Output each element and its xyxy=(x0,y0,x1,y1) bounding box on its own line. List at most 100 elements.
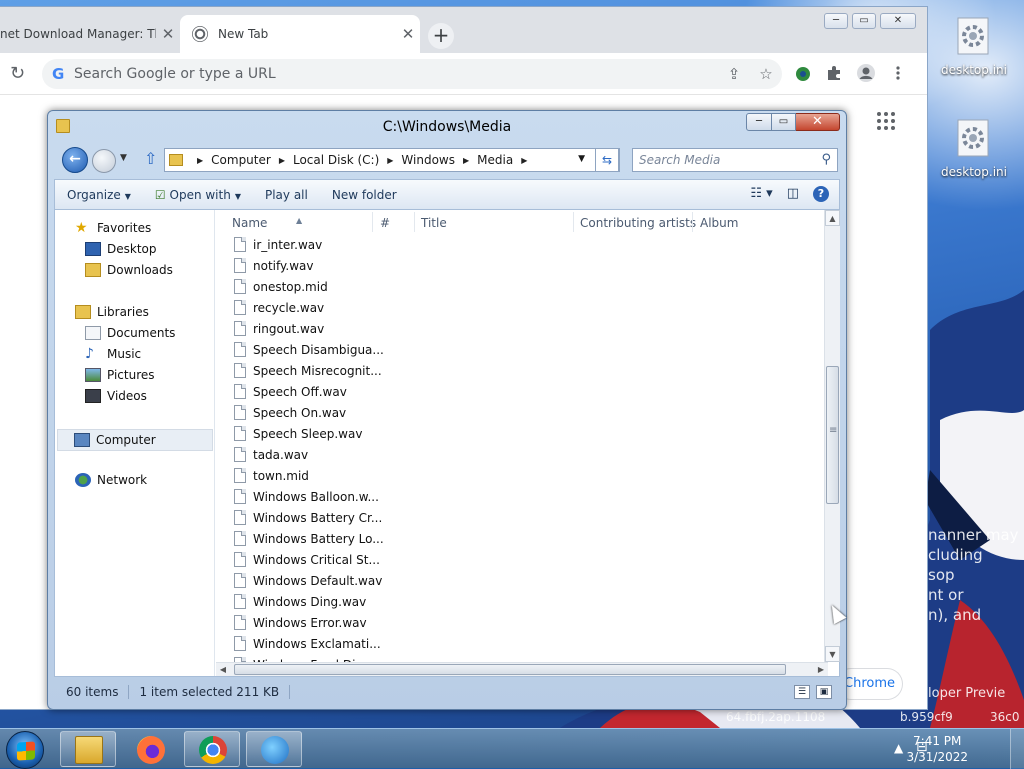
taskbar-explorer-button[interactable] xyxy=(60,731,116,767)
show-desktop-button[interactable] xyxy=(1010,729,1024,769)
breadcrumb-chevron-icon[interactable]: ▶ xyxy=(387,156,393,165)
scroll-thumb[interactable] xyxy=(826,366,839,504)
close-button[interactable]: ✕ xyxy=(880,13,916,29)
preview-pane-icon[interactable]: ◫ xyxy=(787,186,799,202)
maximize-button[interactable]: ▭ xyxy=(772,113,796,131)
column-name[interactable]: Name xyxy=(232,216,267,230)
scroll-up-icon[interactable]: ▲ xyxy=(825,210,840,226)
bookmark-star-icon[interactable]: ☆ xyxy=(750,65,782,83)
new-tab-button[interactable]: + xyxy=(428,23,454,49)
file-row[interactable]: Windows Ding.wav xyxy=(234,591,366,612)
nav-documents[interactable]: Documents xyxy=(85,326,175,340)
breadcrumb-local-disk[interactable]: Local Disk (C:) xyxy=(293,153,379,167)
file-row[interactable]: recycle.wav xyxy=(234,297,324,318)
file-row[interactable]: town.mid xyxy=(234,465,309,486)
omnibox[interactable]: G Search Google or type a URL ⇪ ☆ xyxy=(42,59,782,89)
file-row[interactable]: ir_inter.wav xyxy=(234,234,322,255)
new-folder-button[interactable]: New folder xyxy=(320,188,409,202)
google-apps-icon[interactable] xyxy=(876,111,896,131)
column-divider[interactable] xyxy=(372,212,373,232)
explorer-titlebar[interactable]: C:\Windows\Media ─ ▭ ✕ xyxy=(48,111,846,141)
help-icon[interactable]: ? xyxy=(813,186,829,202)
breadcrumb-chevron-icon[interactable]: ▶ xyxy=(197,156,203,165)
taskbar-firefox-button[interactable] xyxy=(122,731,178,767)
refresh-icon[interactable]: ⇆ xyxy=(595,148,619,172)
scroll-left-icon[interactable]: ◀ xyxy=(216,663,230,676)
column-album[interactable]: Album xyxy=(700,216,738,230)
file-row[interactable]: Windows Battery Cr... xyxy=(234,507,382,528)
column-contributing-artists[interactable]: Contributing artists xyxy=(580,216,696,230)
minimize-button[interactable]: ─ xyxy=(824,13,848,29)
nav-network[interactable]: Network xyxy=(75,473,147,487)
clock[interactable]: 7:41 PM 3/31/2022 xyxy=(906,733,968,765)
file-row[interactable]: Windows Feed Dis... xyxy=(234,654,373,662)
file-row[interactable]: Speech Sleep.wav xyxy=(234,423,362,444)
file-row[interactable]: onestop.mid xyxy=(234,276,328,297)
breadcrumb-windows[interactable]: Windows xyxy=(401,153,455,167)
file-row[interactable]: Windows Battery Lo... xyxy=(234,528,384,549)
breadcrumb-chevron-icon[interactable]: ▶ xyxy=(279,156,285,165)
column-divider[interactable] xyxy=(692,212,693,232)
desktop-icon-ini-2[interactable]: desktop.ini xyxy=(936,118,1012,179)
file-row[interactable]: Windows Balloon.w... xyxy=(234,486,379,507)
extension-globe-icon[interactable] xyxy=(794,65,812,83)
start-button[interactable] xyxy=(6,731,44,769)
back-arrow-icon[interactable]: ← xyxy=(62,147,88,173)
tray-expand-icon[interactable]: ▲ xyxy=(894,741,903,755)
close-tab-icon[interactable]: ✕ xyxy=(396,25,420,43)
nav-pictures[interactable]: Pictures xyxy=(85,368,155,382)
organize-button[interactable]: Organize ▼ xyxy=(55,188,143,202)
nav-desktop[interactable]: Desktop xyxy=(85,242,157,256)
taskbar-idm-button[interactable] xyxy=(246,731,302,767)
column-title[interactable]: Title xyxy=(421,216,447,230)
minimize-button[interactable]: ─ xyxy=(746,113,772,131)
file-row[interactable]: Speech Misrecognit... xyxy=(234,360,382,381)
breadcrumb-chevron-icon[interactable]: ▶ xyxy=(463,156,469,165)
tab-new-tab[interactable]: New Tab ✕ xyxy=(180,15,420,53)
extensions-puzzle-icon[interactable] xyxy=(826,65,842,81)
file-row[interactable]: notify.wav xyxy=(234,255,313,276)
nav-computer[interactable]: Computer xyxy=(57,429,213,451)
close-tab-icon[interactable]: ✕ xyxy=(156,25,180,43)
vertical-scrollbar[interactable]: ▲ ▼ xyxy=(824,210,840,662)
breadcrumb-computer[interactable]: Computer xyxy=(211,153,271,167)
history-dropdown-icon[interactable]: ▼ xyxy=(120,153,127,163)
horizontal-scrollbar[interactable]: ◀ ▶ xyxy=(216,662,828,676)
horizontal-scroll-thumb[interactable] xyxy=(234,664,786,675)
address-dropdown-icon[interactable]: ▼ xyxy=(578,154,585,164)
tab-download-manager[interactable]: net Download Manager: The ✕ xyxy=(0,15,180,53)
nav-libraries[interactable]: Libraries xyxy=(75,305,149,319)
taskbar-chrome-button[interactable] xyxy=(184,731,240,767)
column-divider[interactable] xyxy=(573,212,574,232)
chrome-menu-icon[interactable] xyxy=(894,65,902,81)
file-row[interactable]: Speech Disambigua... xyxy=(234,339,384,360)
breadcrumb-chevron-icon[interactable]: ▶ xyxy=(521,156,527,165)
nav-downloads[interactable]: Downloads xyxy=(85,263,173,277)
profile-avatar-icon[interactable] xyxy=(856,63,876,83)
file-row[interactable]: Speech On.wav xyxy=(234,402,346,423)
file-row[interactable]: Windows Error.wav xyxy=(234,612,367,633)
change-view-icon[interactable]: ☷ ▾ xyxy=(750,186,772,202)
search-icon[interactable]: ⚲ xyxy=(821,152,831,167)
scroll-right-icon[interactable]: ▶ xyxy=(814,663,828,676)
large-icons-view-icon[interactable]: ▣ xyxy=(816,685,832,699)
file-row[interactable]: Speech Off.wav xyxy=(234,381,347,402)
nav-music[interactable]: ♪ Music xyxy=(85,347,141,361)
file-row[interactable]: Windows Default.wav xyxy=(234,570,382,591)
nav-videos[interactable]: Videos xyxy=(85,389,147,403)
up-arrow-icon[interactable]: ⇧ xyxy=(144,149,157,168)
address-bar[interactable]: ▶ Computer ▶ Local Disk (C:) ▶ Windows ▶… xyxy=(164,148,620,172)
file-row[interactable]: Windows Exclamati... xyxy=(234,633,381,654)
maximize-button[interactable]: ▭ xyxy=(852,13,876,29)
search-input[interactable]: Search Media ⚲ xyxy=(632,148,838,172)
play-all-button[interactable]: Play all xyxy=(253,188,320,202)
nav-favorites[interactable]: ★ Favorites xyxy=(75,221,151,235)
open-with-button[interactable]: ☑ Open with ▼ xyxy=(143,188,253,202)
column-divider[interactable] xyxy=(414,212,415,232)
close-button[interactable]: ✕ xyxy=(796,113,840,131)
file-row[interactable]: Windows Critical St... xyxy=(234,549,380,570)
file-row[interactable]: tada.wav xyxy=(234,444,308,465)
breadcrumb-media[interactable]: Media xyxy=(477,153,513,167)
desktop-icon-ini-1[interactable]: desktop.ini xyxy=(936,16,1012,77)
forward-arrow-icon[interactable] xyxy=(92,149,116,173)
